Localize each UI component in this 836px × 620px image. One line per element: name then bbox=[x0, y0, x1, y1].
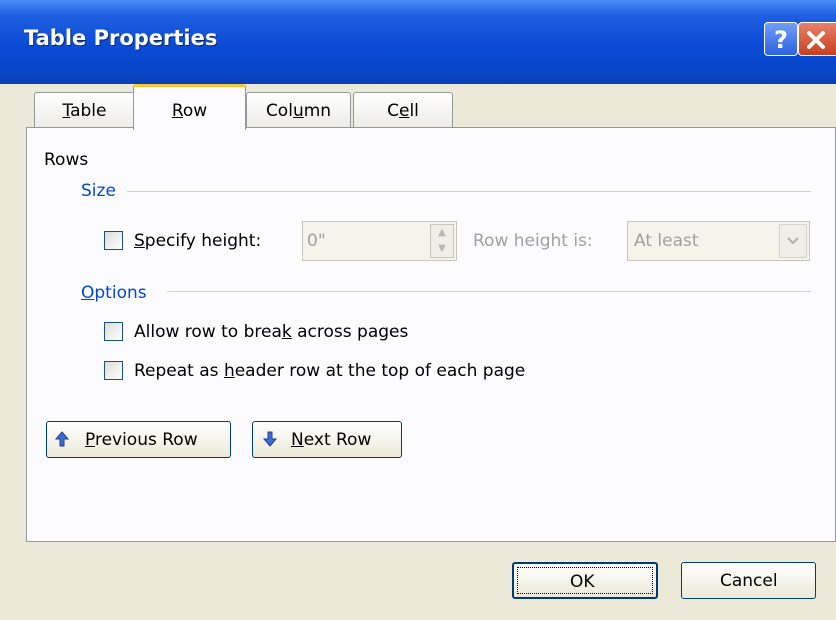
help-icon: ? bbox=[774, 26, 788, 54]
rows-heading: Rows bbox=[44, 150, 89, 170]
arrow-up-icon bbox=[55, 431, 69, 447]
spinner-buttons[interactable]: ▲ ▼ bbox=[430, 224, 454, 258]
repeat-header-checkbox[interactable] bbox=[104, 361, 123, 380]
previous-row-button[interactable]: Previous Row bbox=[46, 421, 231, 458]
tab-cell[interactable]: Cell bbox=[353, 92, 453, 128]
cancel-button[interactable]: Cancel bbox=[681, 562, 816, 599]
title-bar[interactable]: Table Properties ? bbox=[0, 0, 836, 84]
help-button[interactable]: ? bbox=[764, 22, 798, 56]
ok-button[interactable]: OK bbox=[512, 562, 658, 599]
tab-column[interactable]: Column bbox=[246, 92, 351, 128]
specify-height-label[interactable]: Specify height: bbox=[134, 231, 261, 251]
tab-label-accel: e bbox=[398, 101, 410, 121]
allow-break-label[interactable]: Allow row to break across pages bbox=[134, 322, 408, 342]
row-height-value: 0" bbox=[307, 231, 326, 251]
size-divider bbox=[127, 191, 811, 192]
specify-height-checkbox[interactable] bbox=[104, 231, 123, 250]
options-group-label: Options bbox=[81, 283, 147, 303]
size-group-label: Size bbox=[81, 181, 116, 201]
close-icon bbox=[807, 31, 825, 49]
close-button[interactable] bbox=[798, 22, 836, 56]
spin-down-icon[interactable]: ▼ bbox=[431, 241, 453, 257]
tab-row[interactable]: Row bbox=[133, 84, 246, 130]
tab-table[interactable]: Table bbox=[34, 92, 135, 128]
dialog-window: Table Properties ? Table Column Cell Row… bbox=[0, 0, 836, 620]
row-height-type-select[interactable]: At least bbox=[627, 221, 810, 261]
row-tab-panel: Rows Size Specify height: 0" ▲ ▼ Row hei… bbox=[26, 127, 836, 542]
next-row-button[interactable]: Next Row bbox=[252, 421, 402, 458]
chevron-down-icon[interactable] bbox=[779, 224, 807, 258]
row-height-type-value: At least bbox=[634, 231, 699, 251]
options-divider bbox=[167, 291, 811, 292]
tab-label-accel: T bbox=[62, 101, 71, 121]
spin-up-icon[interactable]: ▲ bbox=[431, 225, 453, 241]
arrow-down-icon bbox=[263, 431, 277, 447]
tab-label-accel: u bbox=[292, 101, 304, 121]
dialog-title: Table Properties bbox=[24, 26, 218, 50]
row-height-spinner[interactable]: 0" ▲ ▼ bbox=[302, 221, 457, 261]
row-height-is-label: Row height is: bbox=[473, 231, 593, 251]
allow-break-checkbox[interactable] bbox=[104, 322, 123, 341]
repeat-header-label[interactable]: Repeat as header row at the top of each … bbox=[134, 361, 525, 381]
tab-label-accel: R bbox=[171, 101, 183, 121]
